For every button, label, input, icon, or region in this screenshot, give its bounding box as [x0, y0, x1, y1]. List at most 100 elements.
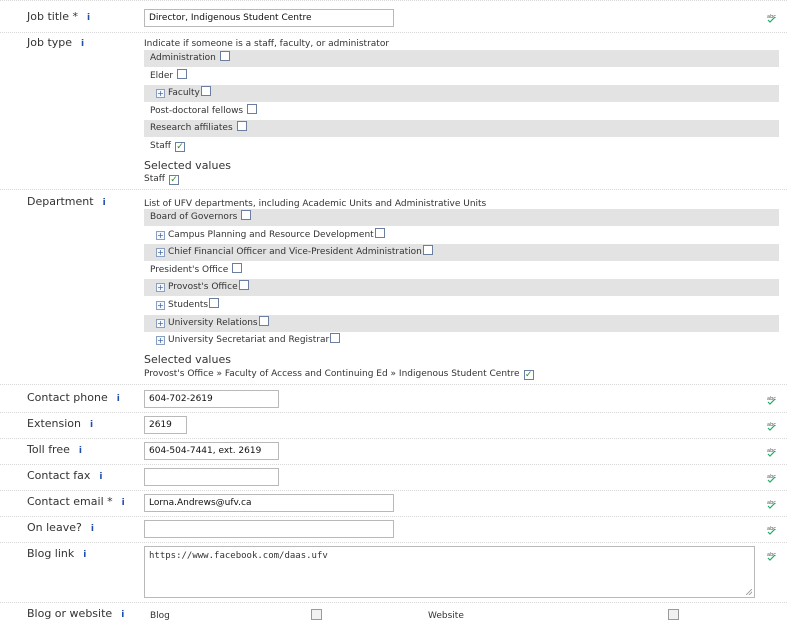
option-label: Elder — [150, 70, 174, 81]
selected-checkbox[interactable]: ✓ — [168, 175, 179, 185]
spellcheck-icon[interactable]: abc — [766, 13, 778, 23]
blog-checkbox[interactable] — [311, 609, 322, 620]
info-icon[interactable]: i — [83, 550, 86, 560]
contact-email-input[interactable]: Lorna.Andrews@ufv.ca — [144, 494, 394, 512]
info-icon[interactable]: i — [117, 394, 120, 404]
blog-link-textarea[interactable]: https://www.facebook.com/daas.ufv — [144, 546, 755, 598]
blog-or-website-label: Blog or website i — [27, 607, 125, 620]
option-row[interactable]: Administration — [144, 50, 779, 67]
contact-fax-input[interactable] — [144, 468, 279, 486]
row-separator — [0, 412, 787, 413]
row-separator — [0, 602, 787, 603]
spellcheck-icon[interactable]: abc — [766, 395, 778, 405]
expand-icon[interactable]: + — [156, 230, 165, 240]
info-icon[interactable]: i — [79, 446, 82, 456]
job-type-help: Indicate if someone is a staff, faculty,… — [144, 39, 390, 49]
toll-free-input[interactable]: 604-504-7441, ext. 2619 — [144, 442, 279, 460]
expand-icon[interactable]: + — [156, 248, 165, 258]
option-label: University Secretariat and Registrar — [168, 335, 330, 346]
extension-label: Extension i — [27, 417, 94, 430]
contact-email-label: Contact email * i — [27, 495, 125, 508]
option-label: Administration — [150, 53, 216, 63]
option-row[interactable]: Post-doctoral fellows — [144, 103, 779, 120]
extension-input[interactable]: 2619 — [144, 416, 187, 434]
option-checkbox[interactable] — [236, 121, 247, 132]
row-separator — [0, 384, 787, 385]
row-separator — [0, 516, 787, 517]
info-icon[interactable]: i — [91, 524, 94, 534]
department-selected-value: Provost's Office » Faculty of Access and… — [144, 369, 534, 380]
info-icon[interactable]: i — [103, 198, 106, 208]
top-separator — [0, 0, 787, 1]
info-icon[interactable]: i — [99, 472, 102, 482]
department-selected-header: Selected values — [144, 353, 231, 366]
option-row[interactable]: + Students — [144, 297, 779, 314]
option-label: Campus Planning and Resource Development — [168, 229, 374, 240]
contact-phone-input[interactable]: 604-702-2619 — [144, 390, 279, 408]
option-row[interactable]: President's Office — [144, 262, 779, 279]
option-row[interactable]: + University Secretariat and Registrar — [144, 332, 779, 349]
option-row[interactable]: Elder — [144, 68, 779, 85]
option-checkbox[interactable] — [422, 245, 433, 256]
info-icon[interactable]: i — [122, 498, 125, 508]
job-title-input[interactable]: Director, Indigenous Student Centre — [144, 9, 394, 27]
option-label: Post-doctoral fellows — [150, 105, 244, 116]
info-icon[interactable]: i — [81, 39, 84, 49]
option-checkbox[interactable] — [200, 86, 211, 97]
option-row[interactable]: + Provost's Office — [144, 279, 779, 297]
option-checkbox[interactable] — [238, 280, 249, 291]
info-icon[interactable]: i — [121, 610, 124, 620]
row-separator — [0, 189, 787, 190]
option-label: Staff — [150, 141, 171, 151]
option-row[interactable]: + Faculty — [144, 85, 779, 103]
job-type-selected-header: Selected values — [144, 159, 231, 172]
row-separator — [0, 464, 787, 465]
option-label: Students — [168, 300, 209, 310]
info-icon[interactable]: i — [90, 420, 93, 430]
resize-grip-icon[interactable] — [746, 589, 752, 595]
option-label: President's Office — [150, 264, 229, 275]
spellcheck-icon[interactable]: abc — [766, 525, 778, 535]
option-checkbox[interactable] — [330, 333, 341, 344]
spellcheck-icon[interactable]: abc — [766, 551, 778, 561]
option-checkbox[interactable] — [241, 210, 252, 220]
option-checkbox[interactable] — [209, 298, 220, 308]
selected-checkbox[interactable]: ✓ — [523, 370, 534, 380]
spellcheck-icon[interactable]: abc — [766, 421, 778, 431]
website-checkbox[interactable] — [668, 609, 679, 620]
expand-icon[interactable]: + — [156, 301, 165, 310]
expand-icon[interactable]: + — [156, 318, 165, 328]
info-icon[interactable]: i — [87, 13, 90, 23]
row-separator — [0, 542, 787, 543]
option-row[interactable]: Research affiliates — [144, 120, 779, 138]
expand-icon[interactable]: + — [156, 283, 165, 293]
option-checkbox[interactable] — [258, 315, 269, 326]
job-title-label: Job title * i — [27, 10, 91, 23]
contact-phone-label: Contact phone i — [27, 391, 120, 404]
option-row[interactable]: + Campus Planning and Resource Developmen… — [144, 227, 779, 244]
option-label: Faculty — [168, 88, 200, 99]
expand-icon[interactable]: + — [156, 336, 165, 346]
option-checkbox[interactable] — [247, 103, 258, 114]
option-checkbox[interactable] — [232, 262, 243, 273]
spellcheck-icon[interactable]: abc — [766, 473, 778, 483]
option-checkbox[interactable] — [177, 68, 188, 79]
contact-fax-label: Contact fax i — [27, 469, 103, 482]
spellcheck-icon[interactable]: abc — [766, 499, 778, 509]
expand-icon[interactable]: + — [156, 89, 165, 99]
toll-free-label: Toll free i — [27, 443, 82, 456]
website-option-label: Website — [428, 611, 464, 621]
option-row[interactable]: + Chief Financial Officer and Vice-Presid… — [144, 244, 779, 262]
spellcheck-icon[interactable]: abc — [766, 447, 778, 457]
option-label: Chief Financial Officer and Vice-Preside… — [168, 247, 422, 258]
option-row[interactable]: Board of Governors — [144, 209, 779, 226]
option-label: Provost's Office — [168, 282, 238, 293]
option-checkbox[interactable] — [374, 227, 385, 238]
on-leave-input[interactable] — [144, 520, 394, 538]
option-row[interactable]: + University Relations — [144, 314, 779, 332]
option-checkbox[interactable]: ✓ — [174, 142, 185, 152]
blog-option-label: Blog — [150, 611, 170, 621]
option-label: Research affiliates — [150, 123, 233, 134]
option-checkbox[interactable] — [219, 51, 230, 61]
option-row[interactable]: Staff ✓ — [144, 138, 779, 155]
